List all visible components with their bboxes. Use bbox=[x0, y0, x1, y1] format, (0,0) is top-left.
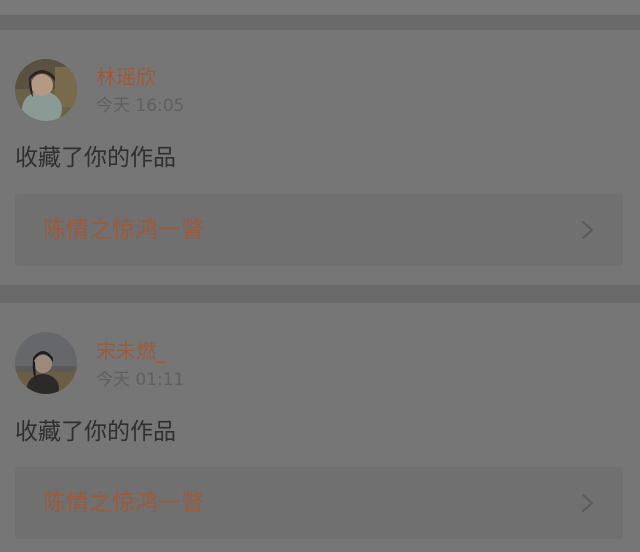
avatar[interactable] bbox=[15, 59, 77, 121]
username[interactable]: 宋未燃_ bbox=[96, 339, 166, 363]
work-title: 陈情之惊鸿一瞥 bbox=[43, 490, 204, 516]
work-link[interactable]: 陈情之惊鸿一瞥 bbox=[15, 467, 623, 539]
card-gap bbox=[0, 15, 640, 30]
work-title: 陈情之惊鸿一瞥 bbox=[43, 217, 204, 243]
user-avatar-icon bbox=[15, 59, 77, 121]
card-gap bbox=[0, 285, 640, 303]
action-text: 收藏了你的作品 bbox=[15, 419, 176, 445]
chevron-right-icon bbox=[582, 221, 593, 239]
user-avatar-icon bbox=[15, 332, 77, 394]
action-text: 收藏了你的作品 bbox=[15, 145, 176, 171]
chevron-right-icon bbox=[582, 494, 593, 512]
notification-card: 宋未燃_ 今天 01:11 收藏了你的作品 陈情之惊鸿一瞥 bbox=[0, 303, 640, 552]
previous-card-bottom bbox=[0, 0, 640, 14]
timestamp: 今天 01:11 bbox=[96, 370, 185, 390]
avatar[interactable] bbox=[15, 332, 77, 394]
work-link[interactable]: 陈情之惊鸿一瞥 bbox=[15, 194, 623, 266]
timestamp: 今天 16:05 bbox=[96, 96, 185, 116]
username[interactable]: 林瑶欣 bbox=[96, 65, 156, 89]
notification-card: 林瑶欣 今天 16:05 收藏了你的作品 陈情之惊鸿一瞥 bbox=[0, 30, 640, 285]
